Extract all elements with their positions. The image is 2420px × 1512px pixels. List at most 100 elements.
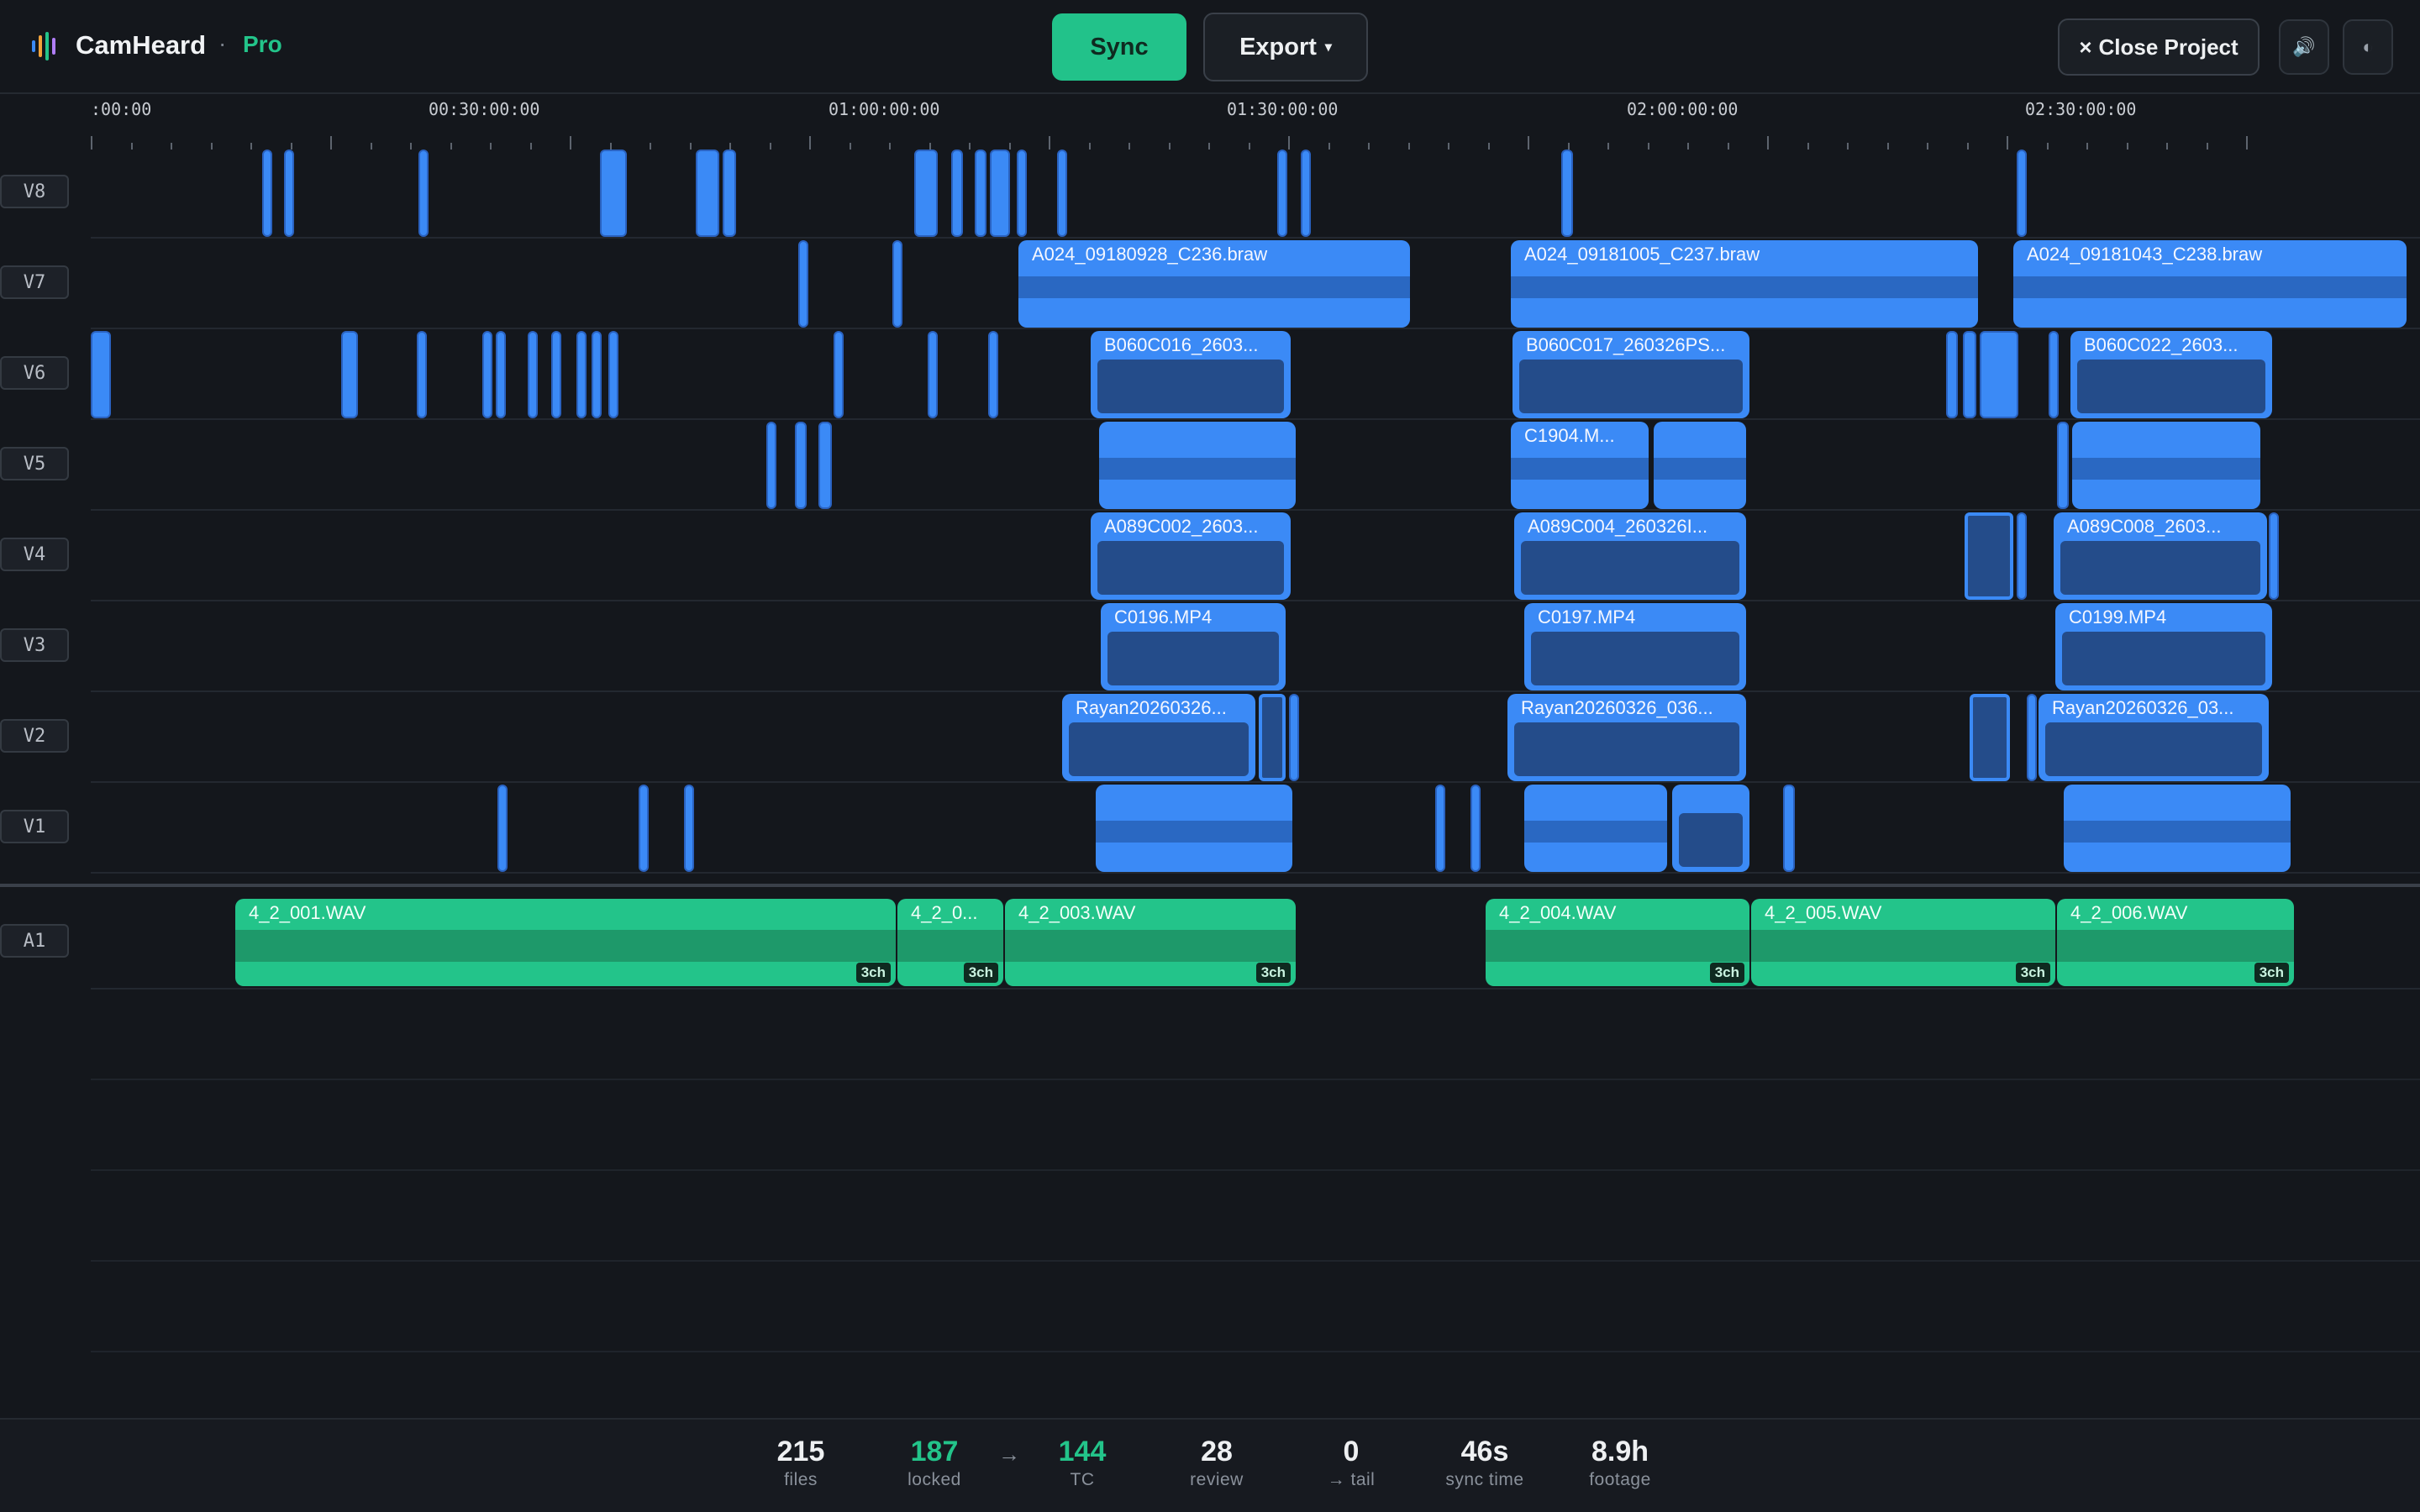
- video-clip[interactable]: Rayan20260326...: [1062, 694, 1255, 781]
- video-clip[interactable]: [1099, 422, 1296, 509]
- track-header-v2[interactable]: V2: [0, 719, 69, 753]
- ruler-tick: [1208, 143, 1210, 150]
- video-clip[interactable]: [608, 331, 618, 418]
- video-clip[interactable]: [417, 331, 427, 418]
- audio-clip[interactable]: 4_2_005.WAV 3ch: [1751, 899, 2055, 986]
- video-clip[interactable]: A024_09180928_C236.braw: [1018, 240, 1410, 328]
- theme-toggle-button[interactable]: ◐: [2343, 19, 2393, 75]
- video-clip[interactable]: [482, 331, 492, 418]
- video-clip[interactable]: [497, 785, 508, 872]
- video-clip[interactable]: [262, 150, 272, 237]
- video-clip[interactable]: B060C016_2603...: [1091, 331, 1291, 418]
- audio-clip[interactable]: 4_2_004.WAV 3ch: [1486, 899, 1749, 986]
- audio-clip[interactable]: 4_2_0... 3ch: [897, 899, 1003, 986]
- video-clip[interactable]: [418, 150, 429, 237]
- video-clip[interactable]: [2017, 150, 2027, 237]
- video-clip[interactable]: [600, 150, 627, 237]
- video-clip[interactable]: [1561, 150, 1573, 237]
- video-clip[interactable]: [1654, 422, 1746, 509]
- video-clip[interactable]: [1970, 694, 2010, 781]
- sync-button[interactable]: Sync: [1052, 13, 1186, 81]
- video-clip[interactable]: Rayan20260326_03...: [2039, 694, 2269, 781]
- video-clip[interactable]: [528, 331, 538, 418]
- video-clip[interactable]: [1524, 785, 1667, 872]
- video-clip[interactable]: B060C022_2603...: [2070, 331, 2272, 418]
- video-clip[interactable]: [684, 785, 694, 872]
- video-clip[interactable]: [1435, 785, 1445, 872]
- video-clip[interactable]: [639, 785, 649, 872]
- video-clip[interactable]: [928, 331, 938, 418]
- video-clip[interactable]: [2049, 331, 2059, 418]
- video-clip[interactable]: [834, 331, 844, 418]
- video-clip[interactable]: C0197.MP4: [1524, 603, 1746, 690]
- video-clip[interactable]: [798, 240, 808, 328]
- video-clip[interactable]: [1277, 150, 1287, 237]
- video-clip[interactable]: [975, 150, 986, 237]
- video-clip[interactable]: [892, 240, 902, 328]
- track-header-v5[interactable]: V5: [0, 447, 69, 480]
- video-clip[interactable]: [818, 422, 832, 509]
- video-clip[interactable]: [576, 331, 587, 418]
- ruler-tick: [2046, 143, 2049, 150]
- video-clip[interactable]: [696, 150, 719, 237]
- video-clip[interactable]: B060C017_260326PS...: [1512, 331, 1749, 418]
- video-clip[interactable]: [1963, 331, 1976, 418]
- video-clip[interactable]: [766, 422, 776, 509]
- video-clip[interactable]: A089C008_2603...: [2054, 512, 2267, 600]
- video-clip[interactable]: C0199.MP4: [2055, 603, 2272, 690]
- video-clip[interactable]: [1946, 331, 1958, 418]
- video-clip[interactable]: A089C004_260326I...: [1514, 512, 1746, 600]
- volume-button[interactable]: 🔊: [2279, 19, 2329, 75]
- video-clip[interactable]: [1301, 150, 1311, 237]
- video-clip[interactable]: [1289, 694, 1299, 781]
- video-clip[interactable]: A024_09181043_C238.braw: [2013, 240, 2407, 328]
- video-clip[interactable]: [2269, 512, 2279, 600]
- track-header-v1[interactable]: V1: [0, 810, 69, 843]
- video-clip[interactable]: [91, 331, 111, 418]
- video-clip[interactable]: C1904.M...: [1511, 422, 1649, 509]
- video-clip[interactable]: [341, 331, 358, 418]
- video-clip[interactable]: A089C002_2603...: [1091, 512, 1291, 600]
- video-clip[interactable]: [795, 422, 807, 509]
- video-clip[interactable]: [988, 331, 998, 418]
- ruler-tick: [1687, 143, 1689, 150]
- video-clip[interactable]: [1672, 785, 1749, 872]
- video-clip[interactable]: [1057, 150, 1067, 237]
- video-clip[interactable]: [723, 150, 736, 237]
- timecode-ruler[interactable]: :00:00 00:30:00:00 01:00:00:00 01:30:00:…: [91, 94, 2420, 150]
- video-clip[interactable]: [1980, 331, 2018, 418]
- video-clip[interactable]: [951, 150, 963, 237]
- audio-clip[interactable]: 4_2_001.WAV 3ch: [235, 899, 896, 986]
- video-clip[interactable]: [592, 331, 602, 418]
- track-header-a1[interactable]: A1: [0, 924, 69, 958]
- track-header-v6[interactable]: V6: [0, 356, 69, 390]
- video-clip[interactable]: [2064, 785, 2291, 872]
- video-clip[interactable]: [1470, 785, 1481, 872]
- track-header-v3[interactable]: V3: [0, 628, 69, 662]
- track-header-v4[interactable]: V4: [0, 538, 69, 571]
- video-clip[interactable]: [914, 150, 938, 237]
- video-clip[interactable]: [990, 150, 1010, 237]
- video-clip[interactable]: [1017, 150, 1027, 237]
- video-clip[interactable]: [496, 331, 506, 418]
- video-clip[interactable]: [2017, 512, 2027, 600]
- video-clip[interactable]: [284, 150, 294, 237]
- video-clip[interactable]: [551, 331, 561, 418]
- video-clip[interactable]: Rayan20260326_036...: [1507, 694, 1746, 781]
- video-clip[interactable]: [1965, 512, 2013, 600]
- video-clip[interactable]: [1259, 694, 1286, 781]
- audio-clip[interactable]: 4_2_006.WAV 3ch: [2057, 899, 2294, 986]
- video-clip[interactable]: [2057, 422, 2069, 509]
- video-clip[interactable]: A024_09181005_C237.braw: [1511, 240, 1978, 328]
- video-clip[interactable]: [2072, 422, 2260, 509]
- video-clip[interactable]: C0196.MP4: [1101, 603, 1286, 690]
- track-header-v8[interactable]: V8: [0, 175, 69, 208]
- video-clip[interactable]: [1096, 785, 1292, 872]
- audio-clip[interactable]: 4_2_003.WAV 3ch: [1005, 899, 1296, 986]
- video-clip[interactable]: [1783, 785, 1795, 872]
- close-project-button[interactable]: × Close Project: [2058, 18, 2260, 76]
- track-header-v7[interactable]: V7: [0, 265, 69, 299]
- lane-v8[interactable]: [91, 150, 2420, 239]
- video-clip[interactable]: [2027, 694, 2037, 781]
- export-button[interactable]: Export ▾: [1203, 13, 1368, 81]
